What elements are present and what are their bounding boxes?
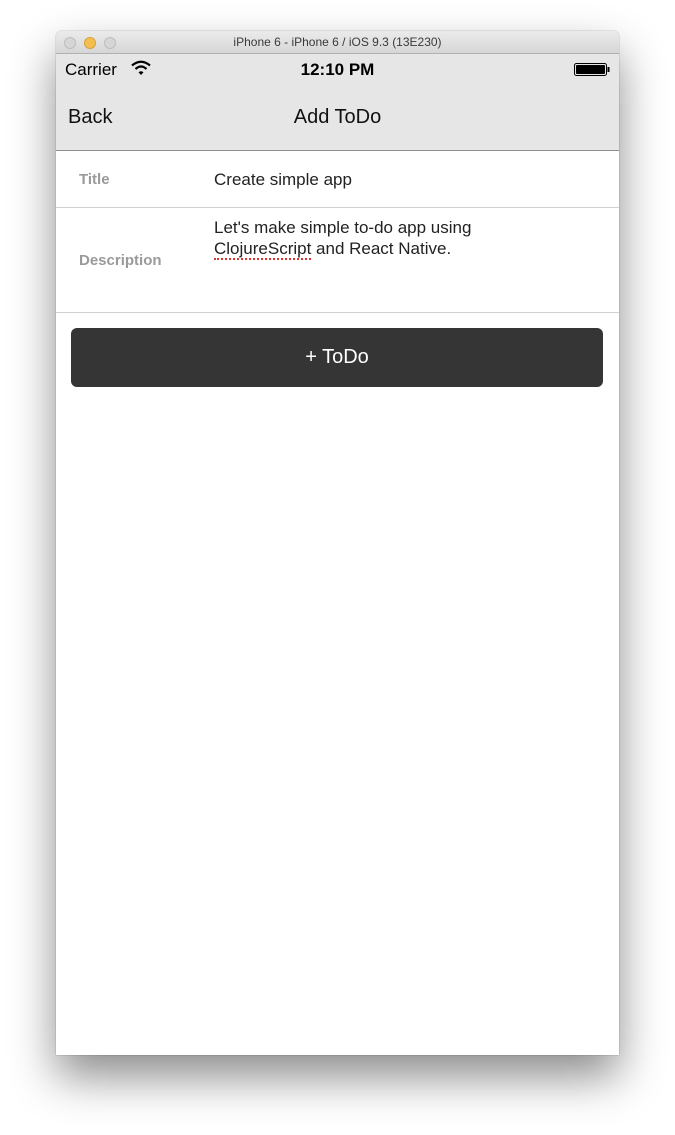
description-row: Description Let's make simple to-do app … — [56, 208, 619, 313]
description-input[interactable]: Let's make simple to-do app using Clojur… — [214, 217, 599, 260]
status-time: 12:10 PM — [300, 60, 375, 79]
add-todo-form: Title Create simple app Description Let'… — [56, 151, 619, 313]
title-label: Title — [79, 171, 110, 188]
misspelled-word: ClojureScript — [214, 239, 312, 260]
add-todo-button[interactable]: + ToDo — [71, 328, 603, 387]
navigation-bar: Back Add ToDo — [56, 82, 619, 151]
page-title: Add ToDo — [293, 106, 382, 128]
description-line-2: ClojureScript and React Native. — [214, 238, 599, 260]
simulator-window: iPhone 6 - iPhone 6 / iOS 9.3 (13E230) C… — [56, 31, 619, 1055]
battery-icon — [574, 63, 610, 76]
description-label: Description — [79, 252, 162, 269]
title-row: Title Create simple app — [56, 151, 619, 208]
status-bar: Carrier 12:10 PM — [56, 54, 619, 82]
description-line-1: Let's make simple to-do app using — [214, 218, 472, 237]
title-input[interactable]: Create simple app — [214, 169, 599, 190]
window-title: iPhone 6 - iPhone 6 / iOS 9.3 (13E230) — [233, 35, 442, 49]
description-line-2-rest: and React Native. — [311, 239, 452, 258]
window-titlebar: iPhone 6 - iPhone 6 / iOS 9.3 (13E230) — [56, 31, 619, 54]
